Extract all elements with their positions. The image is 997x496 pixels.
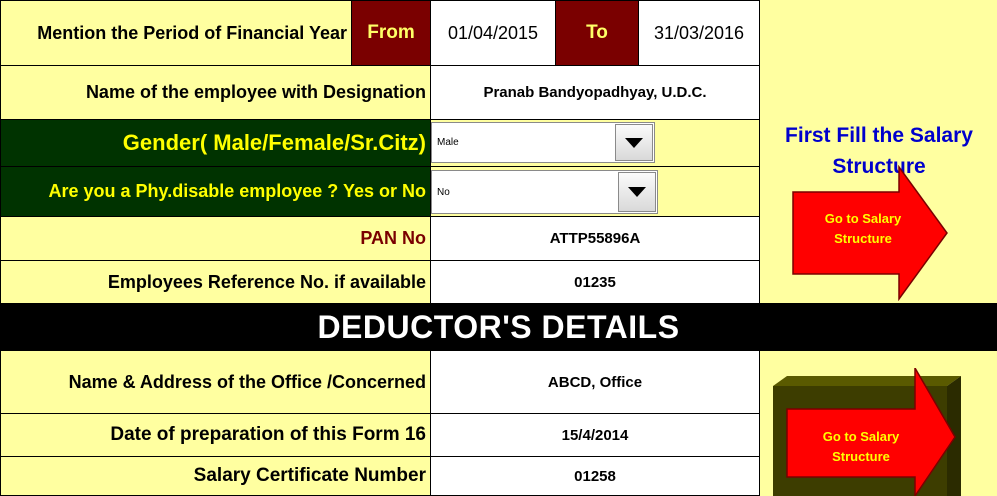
go-to-salary-label-top: Go to Salary Structure [824, 211, 902, 246]
pan-label: PAN No [0, 216, 431, 261]
side-panel-bottom: Go to Salary Structure [759, 351, 997, 496]
dropdown-arrow-icon [625, 137, 643, 148]
go-to-salary-label-bottom: Go to Salary Structure [822, 429, 900, 464]
employee-name-cell[interactable]: Pranab Bandyopadhyay, U.D.C. [430, 65, 760, 120]
gender-selected-value: Male [437, 137, 459, 148]
dropdown-arrow-icon [628, 187, 646, 197]
reference-label: Employees Reference No. if available [0, 260, 431, 304]
date-label: Date of preparation of this Form 16 [0, 413, 431, 457]
to-label: To [555, 0, 639, 66]
side-panel-top: First Fill the Salary Structure Go to Sa… [759, 0, 997, 303]
button-shadow-top [773, 376, 961, 386]
disable-dropdown-button[interactable] [618, 172, 656, 212]
pan-cell[interactable]: ATTP55896A [430, 216, 760, 261]
gender-dropdown[interactable]: Male [431, 122, 655, 163]
from-date-cell[interactable]: 01/04/2015 [430, 0, 556, 66]
disable-dropdown[interactable]: No [431, 170, 658, 214]
certificate-label: Salary Certificate Number [0, 456, 431, 496]
office-label: Name & Address of the Office /Concerned [0, 350, 431, 414]
deductor-heading: DEDUCTOR'S DETAILS [0, 303, 997, 351]
disable-label: Are you a Phy.disable employee ? Yes or … [0, 166, 431, 217]
disable-selected-value: No [437, 186, 450, 198]
reference-cell[interactable]: 01235 [430, 260, 760, 304]
gender-dropdown-button[interactable] [615, 124, 653, 161]
period-label: Mention the Period of Financial Year [0, 0, 352, 66]
office-cell[interactable]: ABCD, Office [430, 350, 760, 414]
from-label: From [351, 0, 431, 66]
date-cell[interactable]: 15/4/2014 [430, 413, 760, 457]
to-date-cell[interactable]: 31/03/2016 [638, 0, 760, 66]
gender-label: Gender( Male/Female/Sr.Citz) [0, 119, 431, 167]
certificate-cell[interactable]: 01258 [430, 456, 760, 496]
employee-name-label: Name of the employee with Designation [0, 65, 431, 120]
